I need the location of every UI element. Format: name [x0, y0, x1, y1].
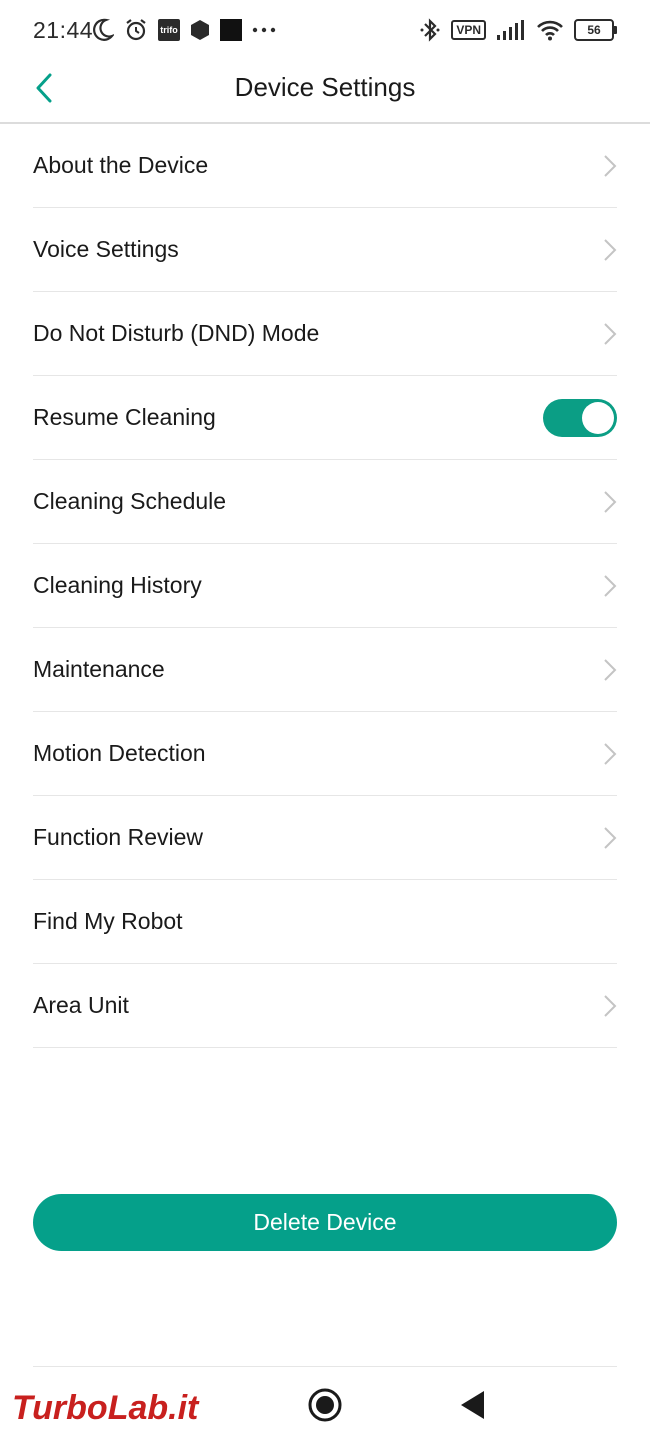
svg-text:TurboLab.it: TurboLab.it [12, 1389, 200, 1427]
system-back-button[interactable] [458, 1389, 486, 1421]
settings-item-cleaning-history[interactable]: Cleaning History [33, 544, 617, 628]
wifi-icon [536, 19, 564, 41]
chevron-right-icon [604, 322, 617, 345]
settings-item-label: Motion Detection [33, 740, 206, 766]
settings-item-motion-detection[interactable]: Motion Detection [33, 712, 617, 796]
alarm-icon [124, 18, 148, 42]
signal-icon [496, 20, 526, 40]
settings-item-label: Cleaning Schedule [33, 488, 227, 514]
hexagon-icon [190, 19, 210, 41]
page-title: Device Settings [234, 72, 416, 102]
settings-item-area-unit[interactable]: Area Unit [33, 964, 617, 1048]
settings-item-voice-settings[interactable]: Voice Settings [33, 208, 617, 292]
system-nav-bar: TurboLab.it [0, 1367, 650, 1444]
home-circle-icon [308, 1388, 342, 1422]
settings-item-find-my-robot[interactable]: Find My Robot [33, 880, 617, 964]
chevron-right-icon [604, 574, 617, 597]
settings-item-cleaning-schedule[interactable]: Cleaning Schedule [33, 460, 617, 544]
toggle-knob [582, 401, 614, 434]
settings-item-maintenance[interactable]: Maintenance [33, 628, 617, 712]
chevron-right-icon [604, 742, 617, 765]
chevron-right-icon [604, 994, 617, 1017]
chevron-right-icon [604, 154, 617, 177]
chevron-right-icon [604, 490, 617, 513]
settings-item-resume-cleaning: Resume Cleaning [33, 376, 617, 460]
vpn-badge: VPN [451, 20, 486, 40]
settings-item-about-device[interactable]: About the Device [33, 124, 617, 208]
resume-cleaning-toggle[interactable] [543, 398, 617, 437]
chevron-right-icon [604, 658, 617, 681]
device-settings-screen: 21:44 trifo VPN 56 Device Settings About… [0, 0, 650, 1444]
bluetooth-icon [419, 18, 441, 42]
moon-icon [92, 18, 114, 42]
turbolab-watermark-logo: TurboLab.it [11, 1388, 201, 1428]
status-bar: 21:44 trifo VPN 56 [0, 0, 650, 62]
settings-item-label: Resume Cleaning [33, 404, 216, 430]
settings-item-label: Function Review [33, 824, 204, 850]
square-icon [220, 19, 242, 41]
app-header: Device Settings [0, 62, 650, 124]
chevron-right-icon [604, 238, 617, 261]
home-button[interactable] [307, 1387, 343, 1423]
settings-item-label: Voice Settings [33, 236, 179, 262]
delete-device-button[interactable]: Delete Device [33, 1194, 617, 1251]
settings-item-label: Cleaning History [33, 572, 202, 598]
trifo-app-icon: trifo [158, 19, 180, 41]
more-dots-icon [252, 26, 276, 34]
status-right-icons: VPN 56 [419, 18, 617, 42]
settings-item-label: About the Device [33, 152, 209, 178]
status-left-icons: trifo [92, 18, 276, 42]
settings-item-dnd-mode[interactable]: Do Not Disturb (DND) Mode [33, 292, 617, 376]
settings-item-label: Do Not Disturb (DND) Mode [33, 320, 320, 346]
settings-item-function-review[interactable]: Function Review [33, 796, 617, 880]
status-time: 21:44 [33, 17, 94, 43]
battery-icon: 56 [574, 19, 617, 41]
settings-list: About the Device Voice Settings Do Not D… [33, 124, 617, 1048]
chevron-right-icon [604, 826, 617, 849]
settings-item-label: Find My Robot [33, 908, 183, 934]
back-triangle-icon [461, 1391, 484, 1419]
settings-item-label: Area Unit [33, 992, 129, 1018]
settings-item-label: Maintenance [33, 656, 165, 682]
